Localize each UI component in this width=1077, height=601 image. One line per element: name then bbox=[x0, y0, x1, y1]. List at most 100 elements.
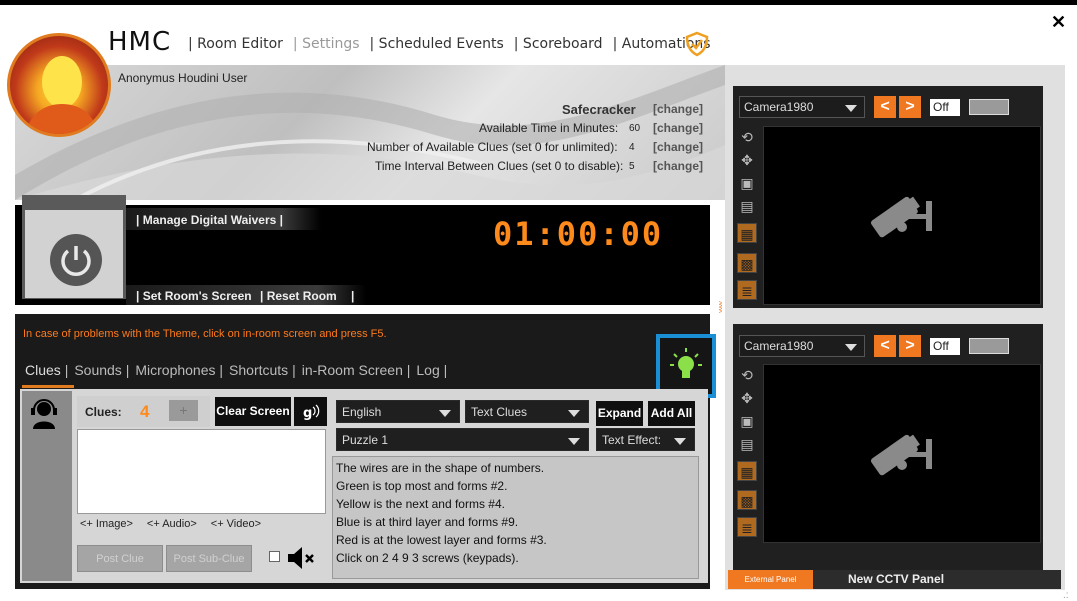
tab-clues[interactable]: Clues | bbox=[25, 362, 68, 378]
shield-check-icon[interactable] bbox=[684, 31, 710, 57]
camera-switch-1[interactable] bbox=[969, 99, 1009, 115]
add-clue-count-button[interactable]: + bbox=[169, 400, 198, 421]
tab-in-room-screen[interactable]: in-Room Screen | bbox=[302, 362, 411, 378]
post-clue-button[interactable]: Post Clue bbox=[77, 545, 163, 572]
nav-scoreboard[interactable]: | Scoreboard bbox=[514, 36, 603, 52]
chevron-down-icon bbox=[845, 105, 857, 112]
nav-room-editor[interactable]: | Room Editor bbox=[188, 36, 283, 52]
list-icon[interactable]: ≣ bbox=[737, 280, 757, 300]
audio-waves-icon[interactable]: g bbox=[294, 397, 327, 426]
app-title: HMC bbox=[108, 27, 172, 57]
list-icon[interactable]: ≣ bbox=[737, 517, 757, 537]
add-video-link[interactable]: <+ Video> bbox=[211, 518, 261, 530]
list-item[interactable]: Blue is at third layer and forms #9. bbox=[336, 513, 695, 531]
camera-select-1[interactable]: Camera1980 bbox=[739, 96, 865, 118]
list-item[interactable]: The wires are in the shape of numbers. bbox=[336, 459, 695, 477]
pattern-icon[interactable]: ▦ bbox=[737, 223, 757, 243]
change-clues-link[interactable]: [change] bbox=[653, 140, 703, 154]
change-time-link[interactable]: [change] bbox=[653, 121, 703, 135]
language-select[interactable]: English bbox=[336, 400, 460, 423]
interval-value: 5 bbox=[629, 161, 635, 172]
theme-warning: In case of problems with the Theme, clic… bbox=[23, 328, 387, 340]
camera-prev-button-2[interactable]: < bbox=[874, 335, 896, 357]
change-interval-link[interactable]: [change] bbox=[653, 159, 703, 173]
camera-next-button-1[interactable]: > bbox=[899, 96, 921, 118]
time-value: 60 bbox=[629, 123, 641, 134]
tab-shortcuts[interactable]: Shortcuts | bbox=[229, 362, 296, 378]
top-nav: | Room Editor | Settings | Scheduled Eve… bbox=[188, 36, 711, 52]
cctv-camera-icon bbox=[870, 196, 932, 238]
document-icon[interactable]: ▩ bbox=[737, 253, 757, 273]
chevron-down-icon bbox=[568, 438, 580, 445]
manage-waivers-button[interactable]: | Manage Digital Waivers | bbox=[136, 213, 283, 227]
media-attach-links: <+ Image> <+ Audio> <+ Video> bbox=[80, 518, 261, 530]
speaker-mute-icon[interactable] bbox=[285, 543, 315, 573]
add-all-button[interactable]: Add All bbox=[648, 401, 695, 426]
save-icon[interactable]: ▣ bbox=[737, 173, 757, 193]
external-panel-tab[interactable]: External Panel bbox=[728, 570, 813, 589]
cctv-camera-icon bbox=[870, 434, 932, 476]
chevron-down-icon bbox=[674, 438, 686, 445]
avatar[interactable] bbox=[7, 33, 111, 137]
nav-settings[interactable]: | Settings bbox=[293, 36, 360, 52]
camera-prev-button-1[interactable]: < bbox=[874, 96, 896, 118]
reset-room-button[interactable]: | Reset Room bbox=[260, 289, 337, 303]
clues-count-value: 4 bbox=[629, 142, 635, 153]
active-tab-indicator bbox=[22, 385, 74, 388]
close-icon[interactable]: ✕ bbox=[1051, 12, 1066, 33]
resize-grip-icon[interactable]: .: bbox=[1063, 590, 1069, 601]
post-sub-clue-button[interactable]: Post Sub-Clue bbox=[166, 545, 252, 572]
add-audio-link[interactable]: <+ Audio> bbox=[147, 518, 197, 530]
clue-type-select[interactable]: Text Clues bbox=[465, 400, 589, 423]
chevron-down-icon bbox=[439, 410, 451, 417]
clue-text-input[interactable] bbox=[77, 429, 326, 514]
expand-button[interactable]: Expand bbox=[596, 401, 643, 426]
clue-list[interactable]: The wires are in the shape of numbers. G… bbox=[332, 456, 699, 579]
pattern-icon[interactable]: ▦ bbox=[737, 461, 757, 481]
nav-scheduled-events[interactable]: | Scheduled Events bbox=[370, 36, 504, 52]
snapshot-icon[interactable]: ▤ bbox=[737, 196, 757, 216]
game-timer: 01:00:00 bbox=[493, 215, 664, 253]
new-cctv-panel-button[interactable]: New CCTV Panel bbox=[848, 572, 944, 586]
svg-text:g: g bbox=[303, 406, 312, 421]
set-room-screen-button[interactable]: | Set Room's Screen bbox=[136, 289, 252, 303]
tab-sounds[interactable]: Sounds | bbox=[74, 362, 129, 378]
mute-checkbox[interactable] bbox=[269, 551, 280, 562]
camera-switch-2[interactable] bbox=[969, 338, 1009, 354]
power-icon[interactable] bbox=[50, 234, 102, 286]
chevron-down-icon bbox=[568, 410, 580, 417]
tab-microphones[interactable]: Microphones | bbox=[135, 362, 223, 378]
list-item[interactable]: Click on 2 4 9 3 screws (keypads). bbox=[336, 549, 695, 567]
change-room-link[interactable]: [change] bbox=[653, 102, 703, 116]
list-item[interactable]: Green is top most and forms #2. bbox=[336, 477, 695, 495]
decorative-swirl bbox=[15, 65, 725, 200]
list-item[interactable]: Yellow is the next and forms #4. bbox=[336, 495, 695, 513]
tab-log[interactable]: Log | bbox=[416, 362, 447, 378]
fullscreen-icon[interactable]: ✥ bbox=[737, 150, 757, 170]
add-image-link[interactable]: <+ Image> bbox=[80, 518, 133, 530]
text-effect-select[interactable]: Text Effect: bbox=[596, 428, 695, 451]
list-item[interactable]: Red is at the lowest layer and forms #3. bbox=[336, 531, 695, 549]
clues-count: 4 bbox=[140, 402, 150, 421]
collapse-arrows-icon[interactable]: ^^^^ bbox=[714, 301, 723, 312]
refresh-icon[interactable]: ⟲ bbox=[737, 365, 757, 385]
lightbulb-icon bbox=[670, 348, 702, 378]
save-icon[interactable]: ▣ bbox=[737, 411, 757, 431]
refresh-icon[interactable]: ⟲ bbox=[737, 127, 757, 147]
interval-label: Time Interval Between Clues (set 0 to di… bbox=[375, 159, 624, 173]
camera-next-button-2[interactable]: > bbox=[899, 335, 921, 357]
snapshot-icon[interactable]: ▤ bbox=[737, 434, 757, 454]
clues-label: Clues: bbox=[85, 405, 122, 419]
clear-screen-button[interactable]: Clear Screen bbox=[215, 397, 291, 426]
fullscreen-icon[interactable]: ✥ bbox=[737, 388, 757, 408]
camera-select-2[interactable]: Camera1980 bbox=[739, 335, 865, 357]
camera-view-2[interactable] bbox=[763, 364, 1041, 543]
camera-toggle-1[interactable]: Off bbox=[930, 99, 960, 116]
chevron-down-icon bbox=[845, 344, 857, 351]
headset-operator-icon[interactable] bbox=[29, 397, 59, 429]
camera-view-1[interactable] bbox=[763, 126, 1041, 305]
bar-separator: | bbox=[351, 289, 355, 303]
camera-toggle-2[interactable]: Off bbox=[930, 338, 960, 355]
document-icon[interactable]: ▩ bbox=[737, 490, 757, 510]
puzzle-select[interactable]: Puzzle 1 bbox=[336, 428, 589, 451]
